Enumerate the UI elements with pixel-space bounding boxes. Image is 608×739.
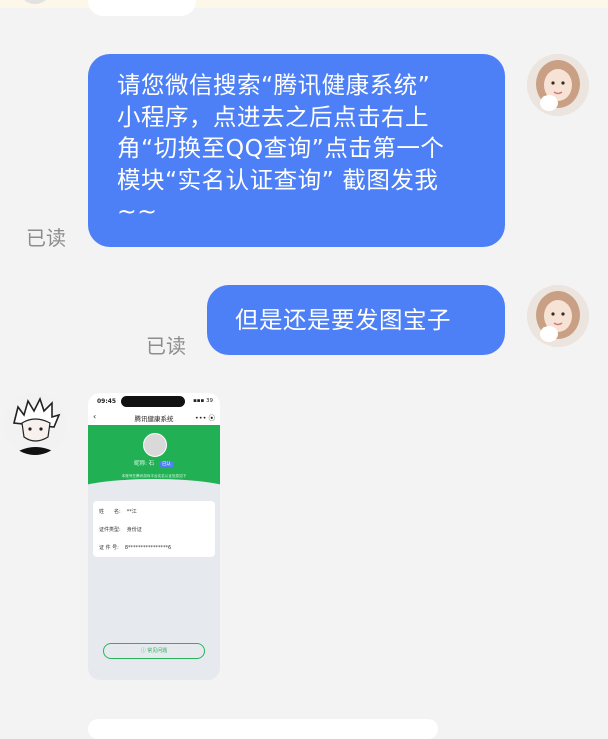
field-label: 姓 名: (99, 509, 121, 515)
field-label: 证 件 号: (99, 545, 119, 551)
field-value: 8****************6 (124, 545, 172, 551)
verified-badge: 已认 (158, 461, 174, 467)
my-avatar[interactable] (527, 54, 589, 116)
signal-battery-icon: ▪▪▪ 39 (193, 398, 213, 404)
field-idnumber-row: 证 件 号: 8****************6 (99, 544, 171, 551)
profile-photo (143, 433, 167, 457)
nickname-label: 昵称: (134, 461, 147, 467)
header-subtitle: 本账号在腾讯游戏平台实名认证信息如下 (121, 474, 187, 478)
previous-message-bubble[interactable] (88, 0, 196, 16)
nickname-line: 昵称: 石 已认 (88, 459, 220, 467)
anime-boy-avatar-icon (4, 393, 66, 455)
my-avatar[interactable] (527, 285, 589, 347)
mini-program-titlebar: ‹ 腾讯健康系统 ••• ⦿ (88, 409, 220, 425)
nickname-value: 石 (148, 461, 155, 467)
faq-button: ⓘ 常见问题 (103, 643, 205, 659)
read-receipt: 已读 (26, 226, 66, 250)
field-idtype-row: 证件类型: 身份证 (99, 526, 142, 533)
field-label: 证件类型: (99, 527, 121, 533)
read-receipt: 已读 (146, 334, 186, 358)
screenshot-image-message[interactable]: 09:45 ▪▪▪ 39 ‹ 腾讯健康系统 ••• ⦿ 昵称: 石 已认 本账号… (88, 393, 220, 680)
contact-avatar[interactable] (4, 393, 66, 455)
next-message-bubble[interactable] (88, 719, 438, 739)
phone-status-bar: 09:45 ▪▪▪ 39 (88, 393, 220, 409)
outgoing-message-bubble[interactable]: 但是还是要发图宝子 (207, 285, 505, 355)
field-name-row: 姓 名: **江 (99, 508, 137, 515)
girl-avatar-icon (527, 285, 589, 347)
identity-info-card: 姓 名: **江 证件类型: 身份证 证 件 号: 8****************… (93, 501, 215, 557)
dynamic-island (121, 396, 185, 407)
girl-avatar-icon (527, 54, 589, 116)
field-value: 身份证 (126, 527, 142, 533)
field-value: **江 (126, 509, 137, 515)
status-time: 09:45 (97, 398, 117, 405)
capsule-menu-icon: ••• ⦿ (194, 414, 215, 422)
outgoing-message-bubble[interactable]: 请您微信搜索“腾讯健康系统” 小程序，点进去之后点击右上 角“切换至QQ查询”点… (88, 54, 505, 247)
